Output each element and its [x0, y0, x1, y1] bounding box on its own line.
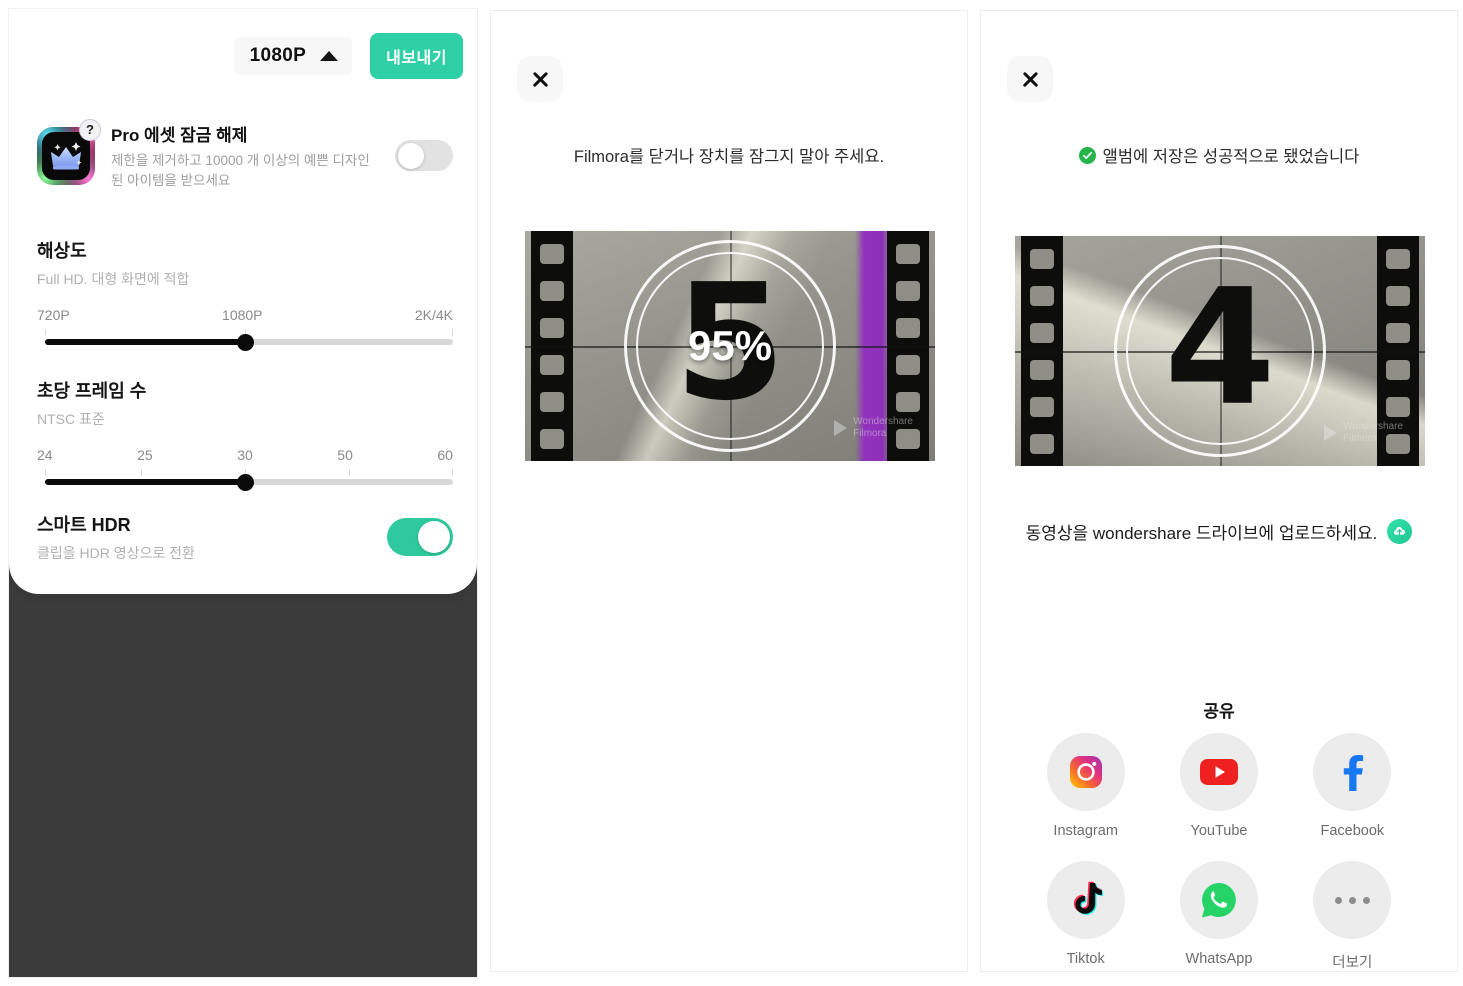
share-item-youtube[interactable]: YouTube — [1152, 733, 1285, 839]
exporting-status-text: Filmora를 닫거나 장치를 잠그지 말아 주세요. — [573, 148, 885, 166]
resolution-tick-labels: 720P 1080P 2K/4K — [37, 307, 453, 323]
share-item-whatsapp[interactable]: WhatsApp — [1152, 861, 1285, 971]
share-grid: Instagram YouTube Facebook Tiktok WhatsA… — [1019, 733, 1419, 971]
screenshot-root: 1080P 내보내기 ? Pro 에셋 잠금 해제 제한을 제거하고 10000… — [0, 0, 1463, 986]
framerate-tick: 50 — [337, 447, 353, 463]
framerate-tick: 25 — [137, 447, 153, 463]
pro-title: Pro 에셋 잠금 해제 — [111, 126, 248, 145]
framerate-subtitle: NTSC 표준 — [37, 411, 105, 427]
wondershare-logo-icon — [834, 419, 848, 436]
share-item-more[interactable]: 더보기 — [1286, 861, 1419, 971]
help-badge-icon[interactable]: ? — [79, 118, 101, 141]
framerate-slider[interactable] — [37, 469, 453, 495]
save-success-text: 앨범에 저장은 성공적으로 됐었습니다 — [1102, 148, 1360, 166]
resolution-subtitle: Full HD. 대형 화면에 적합 — [37, 271, 190, 287]
pro-text-block: Pro 에셋 잠금 해제 제한을 제거하고 10000 개 이상의 예쁜 디자인… — [111, 121, 395, 190]
toggle-knob — [398, 142, 424, 169]
smart-hdr-row: 스마트 HDR 클립을 HDR 영상으로 전환 — [37, 511, 453, 563]
close-icon[interactable] — [517, 56, 563, 102]
share-item-tiktok[interactable]: Tiktok — [1019, 861, 1152, 971]
resolution-section: 해상도 Full HD. 대형 화면에 적합 720P 1080P 2K/4K — [37, 237, 453, 355]
framerate-tick: 24 — [37, 447, 53, 463]
slider-tick — [141, 469, 142, 476]
framerate-tick: 30 — [237, 447, 253, 463]
resolution-tick: 2K/4K — [414, 307, 453, 323]
slider-fill — [45, 479, 245, 485]
share-label: YouTube — [1190, 823, 1248, 839]
watermark-line1: Wondershare — [853, 416, 913, 427]
watermark-line2: Filmora — [853, 427, 887, 439]
wondershare-watermark: Wondershare Filmora — [834, 416, 913, 439]
slider-thumb[interactable] — [237, 474, 254, 491]
export-preview-thumbnail: 5 95% Wondershare Filmora — [525, 231, 935, 461]
resolution-title: 해상도 — [37, 241, 87, 261]
cloud-upload-icon[interactable] — [1387, 519, 1413, 544]
resolution-tick: 720P — [37, 307, 70, 323]
framerate-section: 초당 프레임 수 NTSC 표준 24 25 30 50 60 — [37, 377, 453, 495]
watermark-line2: Filmora — [1343, 432, 1377, 444]
drive-upload-row[interactable]: 동영상을 wondershare 드라이브에 업로드하세요. — [981, 519, 1457, 544]
watermark-text: Wondershare Filmora — [853, 416, 913, 439]
framerate-title: 초당 프레임 수 — [37, 381, 147, 401]
resolution-slider[interactable] — [37, 329, 453, 355]
dots-glyph — [1334, 896, 1370, 904]
resolution-tick: 1080P — [222, 307, 263, 323]
slider-tick — [45, 469, 46, 476]
slider-tick — [349, 469, 350, 476]
share-label: Instagram — [1053, 823, 1118, 839]
pro-unlock-row[interactable]: ? Pro 에셋 잠금 해제 제한을 제거하고 10000 개 이상의 예쁜 디… — [37, 118, 453, 190]
share-section-title: 공유 — [1203, 702, 1235, 721]
slider-tick — [452, 469, 453, 476]
success-share-panel: 앨범에 저장은 성공적으로 됐었습니다 4 Wondershare Filmor… — [980, 10, 1458, 972]
caret-up-icon — [320, 51, 339, 61]
close-icon[interactable] — [1007, 56, 1053, 102]
crown-glyph — [51, 141, 82, 170]
smart-hdr-subtitle: 클립을 HDR 영상으로 전환 — [37, 545, 195, 561]
pro-icon-wrap: ? — [37, 118, 101, 185]
close-glyph — [531, 70, 550, 89]
resolution-selector[interactable]: 1080P — [233, 37, 353, 75]
export-button[interactable]: 내보내기 — [370, 33, 463, 79]
framerate-tick-labels: 24 25 30 50 60 — [37, 447, 453, 463]
export-settings-panel: 1080P 내보내기 ? Pro 에셋 잠금 해제 제한을 제거하고 10000… — [8, 8, 478, 978]
export-progress-percent: 95% — [687, 322, 773, 369]
close-glyph — [1021, 70, 1040, 89]
tiktok-icon — [1046, 861, 1125, 939]
exporting-panel: Filmora를 닫거나 장치를 잠그지 말아 주세요. 5 95% Wonde… — [490, 10, 968, 972]
pro-subtitle: 제한을 제거하고 10000 개 이상의 예쁜 디자인된 아이템을 받으세요 — [111, 153, 370, 188]
whatsapp-icon — [1179, 861, 1258, 939]
export-topbar: 1080P 내보내기 — [9, 33, 463, 79]
slider-thumb[interactable] — [237, 334, 254, 351]
smart-hdr-title: 스마트 HDR — [37, 515, 131, 535]
share-label: WhatsApp — [1185, 951, 1253, 967]
check-circle-icon — [1078, 146, 1096, 164]
share-item-instagram[interactable]: Instagram — [1019, 733, 1152, 839]
saved-video-thumbnail: 4 Wondershare Filmora — [1015, 236, 1425, 466]
wondershare-logo-icon — [1324, 424, 1338, 441]
more-dots-icon — [1313, 861, 1392, 939]
smart-hdr-toggle[interactable] — [387, 518, 453, 556]
export-settings-card: 1080P 내보내기 ? Pro 에셋 잠금 해제 제한을 제거하고 10000… — [9, 9, 477, 594]
toggle-knob — [418, 521, 450, 553]
facebook-icon — [1313, 733, 1392, 811]
share-label: Facebook — [1320, 823, 1385, 839]
slider-tick — [45, 329, 46, 336]
pro-unlock-toggle[interactable] — [395, 140, 453, 172]
share-label: 더보기 — [1332, 955, 1373, 971]
youtube-icon — [1179, 733, 1258, 811]
slider-tick — [452, 329, 453, 336]
save-success-status: 앨범에 저장은 성공적으로 됐었습니다 — [981, 143, 1457, 167]
framerate-tick: 60 — [437, 447, 453, 463]
drive-upload-text: 동영상을 wondershare 드라이브에 업로드하세요. — [1025, 524, 1378, 543]
countdown-number: 4 — [1164, 253, 1276, 441]
wondershare-watermark: Wondershare Filmora — [1324, 421, 1403, 444]
share-label: Tiktok — [1066, 951, 1105, 967]
instagram-icon — [1046, 733, 1125, 811]
watermark-text: Wondershare Filmora — [1343, 421, 1403, 444]
watermark-line1: Wondershare — [1343, 421, 1403, 432]
smart-hdr-text-block: 스마트 HDR 클립을 HDR 영상으로 전환 — [37, 511, 387, 563]
share-item-facebook[interactable]: Facebook — [1286, 733, 1419, 839]
resolution-selector-value: 1080P — [249, 45, 307, 66]
slider-fill — [45, 339, 245, 345]
